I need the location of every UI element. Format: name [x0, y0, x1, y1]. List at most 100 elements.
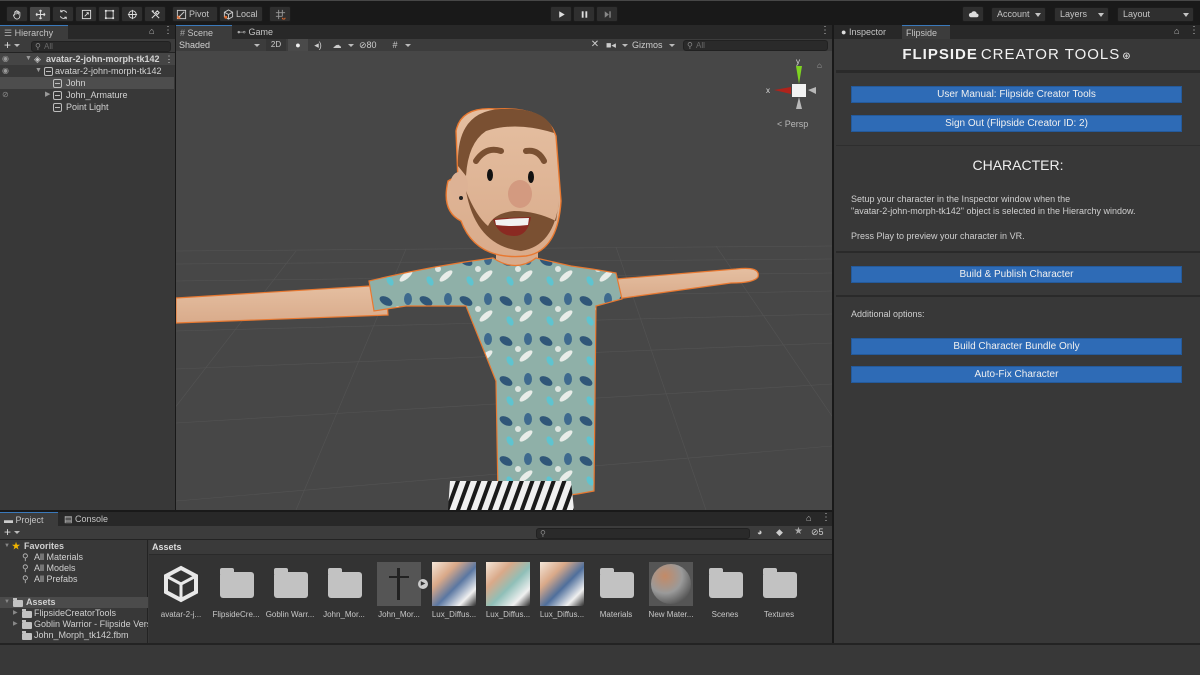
transform-tool-button[interactable]	[121, 6, 143, 22]
favorite-item[interactable]: ⚲ All Models	[0, 563, 148, 574]
asset-item[interactable]: Lux_Diffus...	[428, 562, 480, 626]
effects-toggle[interactable]: ☁	[328, 39, 346, 51]
lock-icon[interactable]: ⌂	[806, 513, 811, 523]
x-axis-cone[interactable]	[774, 87, 791, 94]
asset-item[interactable]: John_Mor...	[318, 562, 370, 626]
pause-button[interactable]	[573, 6, 595, 22]
expand-asset-icon[interactable]: ▶	[418, 579, 428, 589]
lock-icon[interactable]: ⌂	[817, 61, 822, 70]
asset-folder-item[interactable]: John_Morph_tk142.fbm	[0, 630, 148, 641]
local-toggle[interactable]: Local	[219, 6, 263, 22]
asset-item[interactable]: Scenes	[699, 562, 751, 626]
lock-icon[interactable]: ⌂	[149, 26, 154, 36]
scene-canvas[interactable]: y x < Persp ⌂	[176, 51, 832, 510]
hierarchy-item[interactable]: Point Light	[0, 101, 174, 113]
rect-tool-button[interactable]	[98, 6, 120, 22]
layers-dropdown[interactable]: Layers	[1054, 7, 1109, 22]
expand-arrow-icon[interactable]: ▼	[4, 541, 10, 552]
more-options-icon[interactable]: ⋮	[163, 25, 173, 36]
shading-mode-dropdown[interactable]: Shaded	[179, 39, 263, 51]
grid-toggle[interactable]: #	[388, 39, 402, 51]
y-axis-cone[interactable]	[796, 66, 802, 84]
hand-tool-button[interactable]	[6, 6, 28, 22]
more-options-icon[interactable]: ⋮	[821, 512, 831, 523]
more-options-icon[interactable]: ⋮	[163, 53, 175, 65]
more-options-icon[interactable]: ⋮	[1189, 25, 1199, 36]
grid-snap-button[interactable]	[269, 6, 291, 22]
sign-out-button[interactable]: Sign Out (Flipside Creator ID: 2)	[851, 115, 1182, 132]
user-manual-button[interactable]: User Manual: Flipside Creator Tools	[851, 86, 1182, 103]
lock-icon[interactable]: ⌂	[1174, 26, 1179, 36]
add-icon[interactable]: +	[4, 525, 11, 539]
expand-arrow-icon[interactable]: ▼	[35, 65, 42, 77]
asset-folder-item[interactable]: ▶ FlipsideCreatorTools	[0, 608, 148, 619]
hierarchy-item[interactable]: ◉ ▼ ◈ avatar-2-john-morph-tk142 ⋮	[0, 53, 175, 65]
chevron-down-icon[interactable]	[14, 44, 20, 47]
build-bundle-button[interactable]: Build Character Bundle Only	[851, 338, 1182, 355]
expand-arrow-icon[interactable]: ▶	[13, 619, 18, 630]
hierarchy-item-selected[interactable]: John	[0, 77, 174, 89]
rotate-tool-button[interactable]	[52, 6, 74, 22]
layout-dropdown[interactable]: Layout	[1117, 7, 1194, 22]
favorite-item[interactable]: ⚲ All Materials	[0, 552, 148, 563]
gizmos-dropdown[interactable]: Gizmos	[632, 39, 678, 51]
auto-fix-button[interactable]: Auto-Fix Character	[851, 366, 1182, 383]
tab-console[interactable]: ▤ Console	[60, 512, 118, 526]
scene-visibility-toggle[interactable]: ⊘80	[359, 39, 385, 51]
pivot-toggle[interactable]: Pivot	[172, 6, 218, 22]
more-options-icon[interactable]: ⋮	[820, 25, 830, 36]
tab-hierarchy[interactable]: ☰ Hierarchy	[0, 25, 68, 39]
custom-tool-button[interactable]	[144, 6, 166, 22]
cloud-button[interactable]	[962, 6, 984, 22]
account-dropdown[interactable]: Account	[991, 7, 1046, 22]
neg-x-axis-cone[interactable]	[808, 87, 816, 94]
hierarchy-search-input[interactable]: All	[31, 41, 171, 52]
audio-toggle[interactable]: ◂)	[309, 39, 327, 51]
scale-tool-button[interactable]	[75, 6, 97, 22]
gizmo-center-cube[interactable]	[792, 84, 806, 97]
add-icon[interactable]: +	[4, 38, 11, 52]
chevron-down-icon[interactable]	[14, 531, 20, 534]
visibility-icon[interactable]: ◉	[2, 53, 9, 65]
expand-arrow-icon[interactable]: ▶	[13, 608, 18, 619]
camera-dropdown[interactable]: ■◂	[606, 39, 628, 51]
expand-arrow-icon[interactable]: ▼	[4, 597, 10, 608]
tab-flipside[interactable]: Flipside	[902, 25, 950, 39]
asset-item[interactable]: avatar-2-j...	[155, 562, 207, 626]
asset-item[interactable]: Lux_Diffus...	[536, 562, 588, 626]
asset-folder-item[interactable]: ▶ Goblin Warrior - Flipside Version	[0, 619, 148, 630]
tab-game[interactable]: ⊷ Game	[233, 25, 283, 39]
panel-divider[interactable]	[0, 510, 832, 512]
step-button[interactable]	[596, 6, 618, 22]
projection-label[interactable]: < Persp	[777, 119, 808, 129]
asset-item[interactable]: ▶ John_Mor...	[373, 562, 428, 626]
favorite-star-icon[interactable]: ★	[794, 526, 803, 537]
hidden-eye-icon[interactable]: ⊘	[2, 89, 9, 101]
scene-search-input[interactable]: All	[683, 40, 828, 51]
favorite-item[interactable]: ⚲ All Prefabs	[0, 574, 148, 585]
lighting-toggle[interactable]: ●	[288, 39, 308, 51]
asset-item[interactable]: Materials	[590, 562, 642, 626]
expand-arrow-icon[interactable]: ▶	[45, 89, 50, 101]
assets-root-item[interactable]: ▼ Assets	[0, 597, 148, 608]
build-publish-button[interactable]: Build & Publish Character	[851, 266, 1182, 283]
panel-divider[interactable]	[175, 25, 176, 510]
tab-scene[interactable]: # Scene	[176, 25, 232, 39]
orientation-gizmo[interactable]: y x < Persp ⌂	[766, 57, 822, 129]
2d-toggle[interactable]: 2D	[266, 39, 286, 51]
expand-arrow-icon[interactable]: ▼	[25, 53, 32, 65]
asset-item[interactable]: FlipsideCre...	[210, 562, 262, 626]
character-model[interactable]	[176, 107, 759, 510]
filter-by-label-icon[interactable]: ◆	[776, 527, 783, 538]
asset-item[interactable]: Goblin Warr...	[264, 562, 316, 626]
tab-project[interactable]: ▬ Project	[0, 512, 58, 526]
move-tool-button[interactable]	[29, 6, 51, 22]
tab-inspector[interactable]: ● Inspector	[837, 25, 899, 39]
asset-item[interactable]: New Mater...	[645, 562, 697, 626]
grid-dropdown[interactable]	[403, 39, 413, 51]
hierarchy-item[interactable]: ◉ ▼ avatar-2-john-morph-tk142	[0, 65, 174, 77]
assets-breadcrumb[interactable]: Assets	[149, 540, 832, 555]
favorites-header[interactable]: ▼ ★ Favorites	[0, 541, 148, 552]
scene-viewport[interactable]: y x < Persp ⌂	[176, 51, 832, 510]
neg-y-axis-cone[interactable]	[796, 97, 802, 109]
